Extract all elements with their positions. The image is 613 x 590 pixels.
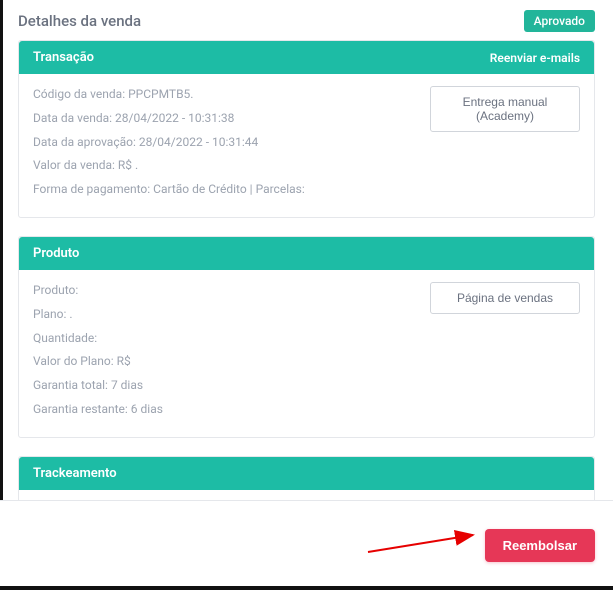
resend-emails-link[interactable]: Reenviar e-mails: [490, 51, 580, 65]
payment-method-row: Forma de pagamento: Cartão de Crédito | …: [33, 181, 580, 198]
approval-date-row: Data da aprovação: 28/04/2022 - 10:31:44: [33, 134, 580, 151]
plan-value-row: Valor do Plano: R$: [33, 353, 580, 370]
remaining-warranty-row: Garantia restante: 6 dias: [33, 401, 580, 418]
total-warranty-row: Garantia total: 7 dias: [33, 377, 580, 394]
quantity-label-row: Quantidade:: [33, 330, 580, 347]
modal-body[interactable]: Transação Reenviar e-mails Entrega manua…: [0, 40, 613, 500]
tracking-card-header: Trackeamento: [19, 457, 594, 490]
transaction-card-body: Entrega manual (Academy) Código da venda…: [19, 74, 594, 217]
product-card-header: Produto: [19, 237, 594, 270]
product-card: Produto Página de vendas Produto: Plano:…: [18, 236, 595, 438]
tracking-card-body: src: utm_source: utm_medium:: [19, 490, 594, 500]
transaction-card: Transação Reenviar e-mails Entrega manua…: [18, 40, 595, 218]
sales-page-button[interactable]: Página de vendas: [430, 282, 580, 314]
decoration-bottom-border: [0, 586, 613, 590]
modal-header: Detalhes da venda Aprovado: [0, 0, 613, 40]
product-card-body: Página de vendas Produto: Plano: . Quant…: [19, 270, 594, 437]
transaction-card-header: Transação Reenviar e-mails: [19, 41, 594, 74]
page-title: Detalhes da venda: [18, 12, 141, 30]
tracking-card: Trackeamento src: utm_source: utm_medium…: [18, 456, 595, 500]
modal-footer: Reembolsar: [0, 500, 613, 590]
annotation-arrow-icon: [363, 527, 483, 557]
product-card-title: Produto: [33, 246, 79, 261]
manual-delivery-button[interactable]: Entrega manual (Academy): [430, 86, 580, 132]
sale-value-row: Valor da venda: R$ .: [33, 157, 580, 174]
tracking-card-title: Trackeamento: [33, 466, 117, 481]
status-badge: Aprovado: [524, 10, 595, 32]
refund-button[interactable]: Reembolsar: [485, 529, 595, 562]
transaction-card-title: Transação: [33, 50, 94, 65]
